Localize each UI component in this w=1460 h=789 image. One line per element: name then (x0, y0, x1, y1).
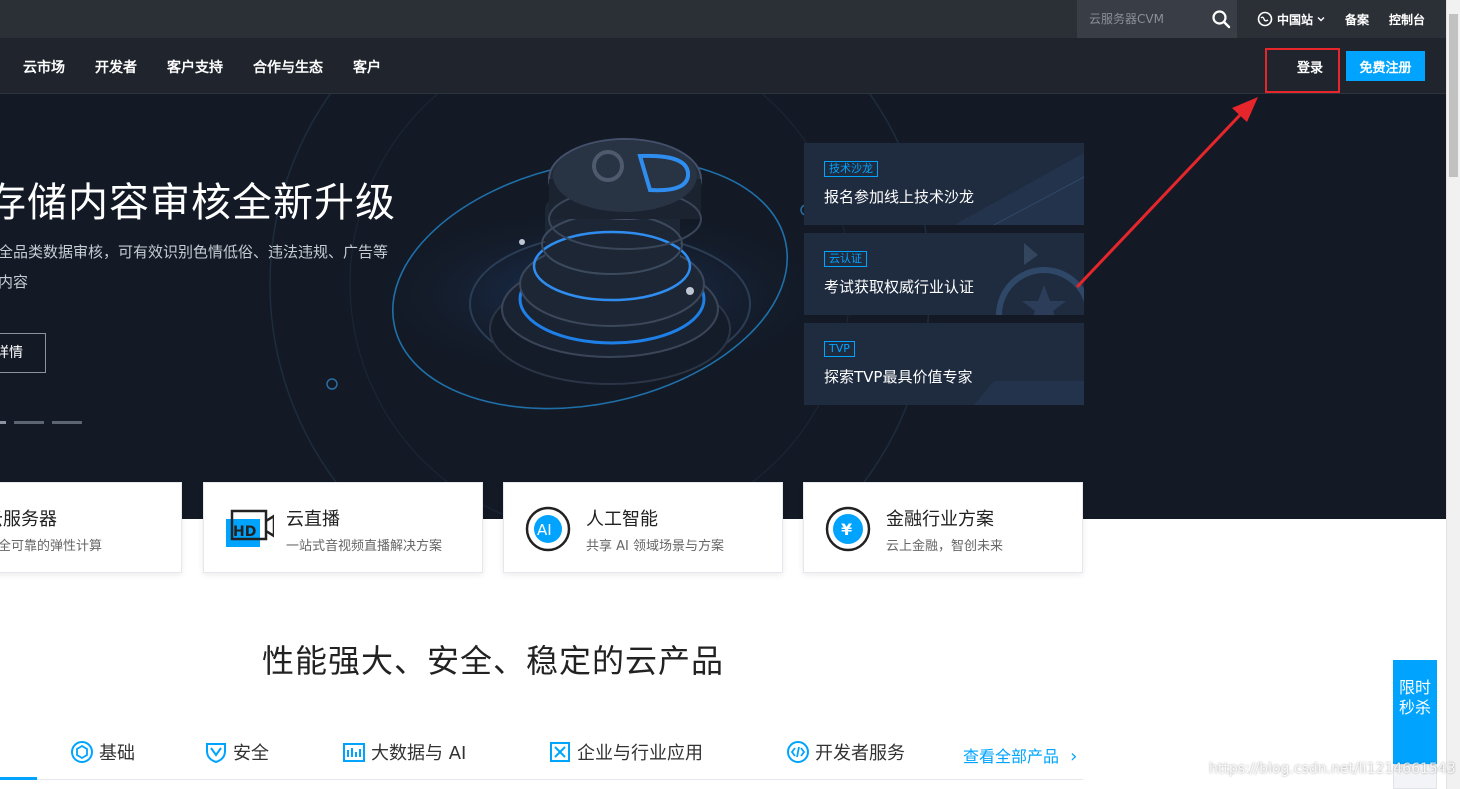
main-nav: 云市场 开发者 客户支持 合作与生态 客户 (0, 38, 1446, 94)
top-utility-bar: 中国站 备案 控制台 (0, 0, 1446, 38)
enterprise-icon (550, 742, 570, 762)
flash-sale-tab[interactable]: 限时秒杀 (1393, 660, 1437, 764)
tab-label: 大数据与 AI (371, 743, 467, 764)
view-all-label: 查看全部产品 (963, 747, 1060, 766)
bar-chart-icon (343, 743, 365, 762)
carousel-dot[interactable] (0, 421, 6, 424)
nav-item-support[interactable]: 客户支持 (167, 57, 223, 77)
chevron-right-icon: › (1070, 746, 1078, 767)
tab-first-partial[interactable] (0, 739, 10, 769)
carousel-indicator (0, 421, 82, 424)
carousel-dot[interactable] (52, 421, 82, 424)
promo-title: 探索TVP最具价值专家 (824, 368, 973, 386)
nav-item-developers[interactable]: 开发者 (95, 57, 137, 77)
card-title: 人工智能 (586, 509, 658, 530)
hero-title: 存储内容审核全新升级 (0, 180, 396, 226)
globe-icon (1257, 11, 1273, 27)
tab-developer-services[interactable]: 开发者服务 (786, 739, 905, 765)
yen-coin-icon: ¥ (825, 506, 871, 552)
nav-item-customers[interactable]: 客户 (353, 57, 381, 77)
carousel-dot[interactable] (14, 421, 44, 424)
card-title: 云直播 (286, 509, 340, 530)
nav-item-marketplace[interactable]: 云市场 (23, 57, 65, 77)
search-input[interactable] (1089, 10, 1207, 28)
site-switcher-label: 中国站 (1277, 12, 1314, 27)
chevron-down-icon (1317, 17, 1325, 22)
tab-label: 开发者服务 (815, 743, 905, 764)
hero-detail-button[interactable]: 详情 (0, 333, 46, 373)
hero-illustration (269, 94, 931, 519)
tab-label: 基础 (99, 743, 135, 764)
promo-title: 考试获取权威行业认证 (824, 278, 975, 296)
svg-text:AI: AI (537, 521, 552, 539)
promo-decoration (954, 153, 1084, 225)
hd-camera-icon: HD (226, 509, 274, 547)
hero-banner: 存储内容审核全新升级 全品类数据审核，可有效识别色情低俗、违法违规、广告等内容 … (0, 94, 1446, 519)
register-button[interactable]: 免费注册 (1346, 51, 1425, 81)
tab-basic[interactable]: 基础 (70, 739, 135, 765)
card-desc: 云上金融，智创未来 (886, 539, 1004, 554)
nav-item-partners[interactable]: 合作与生态 (253, 57, 323, 77)
code-icon (787, 741, 809, 763)
watermark: https://blog.csdn.net/li1214661543 (1209, 761, 1456, 777)
card-ai[interactable]: AI 人工智能 共享 AI 领域场景与方案 (503, 482, 783, 573)
view-all-products-link[interactable]: 查看全部产品 › (963, 743, 1077, 767)
tab-enterprise[interactable]: 企业与行业应用 (548, 739, 703, 765)
promo-tag: 技术沙龙 (824, 161, 878, 177)
ai-icon: AI (525, 506, 571, 552)
tab-active-indicator (0, 777, 37, 780)
card-title: 云服务器 (0, 509, 57, 530)
basic-icon (71, 741, 93, 763)
login-link[interactable]: 登录 (1297, 57, 1323, 76)
svg-text:HD: HD (233, 524, 256, 540)
page-scrollbar[interactable] (1446, 0, 1460, 789)
search-icon[interactable] (1211, 9, 1231, 29)
card-finance[interactable]: ¥ 金融行业方案 云上金融，智创未来 (803, 482, 1083, 573)
promo-tag: TVP (824, 341, 855, 357)
search-box (1077, 0, 1237, 38)
card-desc: 一站式音视频直播解决方案 (286, 539, 443, 554)
promo-title: 报名参加线上技术沙龙 (824, 188, 975, 206)
card-desc: 安全可靠的弹性计算 (0, 539, 103, 554)
card-live-streaming[interactable]: HD 云直播 一站式音视频直播解决方案 (203, 482, 483, 573)
tab-label: 企业与行业应用 (577, 743, 703, 764)
console-link[interactable]: 控制台 (1389, 11, 1425, 28)
hero-description: 全品类数据审核，可有效识别色情低俗、违法违规、广告等内容 (0, 243, 389, 291)
scrollbar-thumb[interactable] (1449, 14, 1458, 177)
promo-tag: 云认证 (824, 251, 867, 267)
site-switcher[interactable]: 中国站 (1257, 10, 1325, 28)
card-cloud-server[interactable]: 云服务器 安全可靠的弹性计算 (0, 482, 182, 573)
promo-decoration (996, 243, 1084, 315)
promo-certification[interactable]: 云认证 考试获取权威行业认证 (804, 233, 1084, 315)
tab-security[interactable]: 安全 (204, 739, 269, 765)
tab-label: 安全 (233, 743, 269, 764)
svg-text:¥: ¥ (841, 520, 852, 539)
card-title: 金融行业方案 (886, 509, 994, 530)
section-title: 性能强大、安全、稳定的云产品 (261, 642, 724, 680)
product-category-tabs: 基础 安全 大数据与 AI 企业与行业应用 开发者服务 查看全部产品 › (0, 730, 1083, 780)
filing-link[interactable]: 备案 (1345, 11, 1369, 28)
promo-tvp[interactable]: TVP 探索TVP最具价值专家 (804, 323, 1084, 405)
promo-tech-salon[interactable]: 技术沙龙 报名参加线上技术沙龙 (804, 143, 1084, 225)
shield-icon (206, 743, 226, 764)
card-desc: 共享 AI 领域场景与方案 (586, 539, 724, 554)
promo-decoration (974, 381, 1084, 405)
tab-bigdata-ai[interactable]: 大数据与 AI (342, 739, 466, 765)
page-root: 中国站 备案 控制台 云市场 开发者 客户支持 合作与生态 客户 登录 免费注册 (0, 0, 1460, 789)
